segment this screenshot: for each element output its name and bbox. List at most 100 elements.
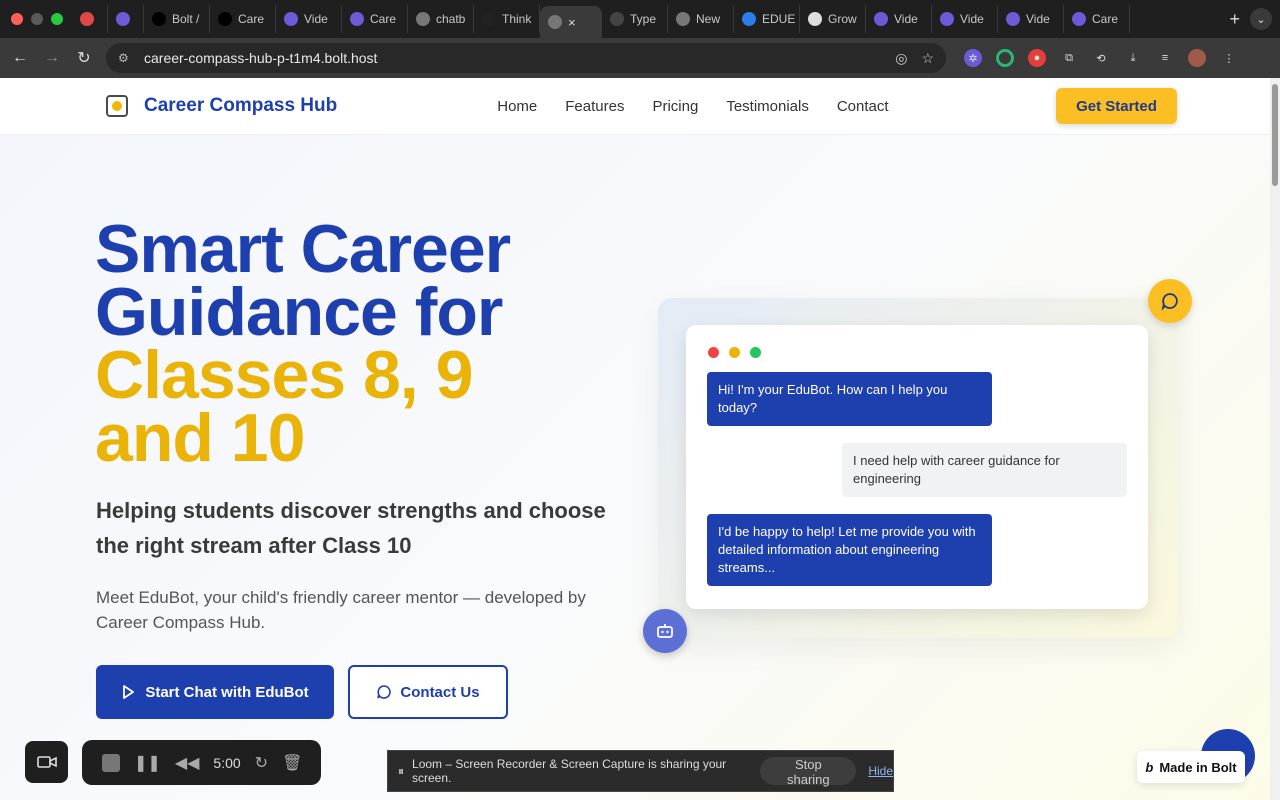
gear-icon xyxy=(874,12,888,26)
bolt-icon xyxy=(152,12,166,26)
tab-title: chatb xyxy=(436,12,466,26)
browser-tab[interactable]: Care xyxy=(1064,5,1130,33)
browser-tab[interactable]: EDUE xyxy=(734,5,800,33)
web-page: Career Compass Hub Home Features Pricing… xyxy=(0,78,1270,800)
url-text: career-compass-hub-p-t1m4.bolt.host xyxy=(144,50,378,66)
nav-link-features[interactable]: Features xyxy=(565,98,624,115)
tab-strip: Bolt / Care Vide Care chatb Think × Type New EDUE… xyxy=(72,0,1219,38)
tab-search-button[interactable]: ⌄ xyxy=(1250,8,1272,30)
browser-tab[interactable]: Care xyxy=(210,5,276,33)
t-icon xyxy=(482,12,496,26)
bolt-logo-icon: b xyxy=(1145,759,1154,775)
hide-share-bar-link[interactable]: Hide xyxy=(868,764,893,778)
brand-name: Career Compass Hub xyxy=(144,95,338,116)
tab-title: Vide xyxy=(1026,12,1050,26)
recording-timer: 5:00 xyxy=(213,754,241,771)
close-window-button[interactable] xyxy=(11,13,23,25)
extension-circle-icon[interactable] xyxy=(996,49,1014,67)
camera-icon xyxy=(36,756,57,768)
start-chat-button[interactable]: Start Chat with EduBot xyxy=(96,665,334,719)
media-control-icon[interactable]: ≡ xyxy=(1156,49,1174,67)
nav-link-home[interactable]: Home xyxy=(497,98,537,115)
hero-title-highlight: Classes 8, 9 xyxy=(95,337,473,413)
browser-tab[interactable]: Vide xyxy=(276,5,342,33)
user-message: I need help with career guidance for eng… xyxy=(842,443,1127,497)
gear-icon xyxy=(284,12,298,26)
site-logo[interactable]: Career Compass Hub xyxy=(106,95,337,117)
trash-icon[interactable]: 🗑 xyxy=(282,753,302,773)
contact-us-button[interactable]: Contact Us xyxy=(348,665,508,719)
chat-bubble-icon xyxy=(377,685,392,699)
loom-extension-icon[interactable]: ● xyxy=(1028,49,1046,67)
drag-handle-icon[interactable]: ⏸ xyxy=(398,764,404,779)
bookmark-star-icon[interactable]: ☆ xyxy=(921,50,934,67)
browser-tab[interactable]: chatb xyxy=(408,5,474,33)
nav-link-pricing[interactable]: Pricing xyxy=(652,98,698,115)
tab-title: Care xyxy=(238,12,265,26)
bot-message: Hi! I'm your EduBot. How can I help you … xyxy=(707,372,992,426)
compass-logo-icon xyxy=(106,95,128,117)
nav-link-testimonials[interactable]: Testimonials xyxy=(726,98,809,115)
tab-title: Type xyxy=(630,12,657,26)
browser-tab[interactable]: New xyxy=(668,5,734,33)
browser-menu-icon[interactable]: ⋮ xyxy=(1220,49,1238,67)
browser-tab[interactable]: Care xyxy=(342,5,408,33)
browser-tab[interactable]: Vide xyxy=(932,5,998,33)
hero-title: Smart Career Guidance for Classes 8, 9 a… xyxy=(95,215,511,472)
globe-icon xyxy=(548,15,562,29)
bot-message: I'd be happy to help! Let me provide you… xyxy=(707,514,992,586)
reload-button[interactable]: ↻ xyxy=(68,48,100,68)
browser-tab-bar: Bolt / Care Vide Care chatb Think × Type New EDUE… xyxy=(0,0,1280,38)
extension-gear-icon[interactable]: ✲ xyxy=(964,49,982,67)
back-button[interactable]: ← xyxy=(4,49,36,67)
browser-tab[interactable] xyxy=(108,5,144,33)
browser-tab[interactable]: Vide xyxy=(866,5,932,33)
hero-description: Meet EduBot, your child's friendly caree… xyxy=(96,588,586,632)
browser-tab[interactable] xyxy=(72,5,108,33)
extensions-puzzle-icon[interactable]: ⧉ xyxy=(1060,49,1078,67)
globe-icon xyxy=(416,12,430,26)
made-in-bolt-badge[interactable]: b Made in Bolt xyxy=(1137,751,1245,783)
hero-subtitle: Helping students discover strengths and … xyxy=(96,498,606,558)
history-icon[interactable]: ⟲ xyxy=(1092,49,1110,67)
doc-icon xyxy=(808,12,822,26)
main-nav: Home Features Pricing Testimonials Conta… xyxy=(497,98,888,115)
chat-fab-button[interactable] xyxy=(1148,279,1192,323)
browser-tab[interactable]: Think xyxy=(474,5,540,33)
stop-recording-button[interactable] xyxy=(102,753,120,772)
download-icon[interactable]: ⤓ xyxy=(1124,49,1142,67)
window-dots xyxy=(708,347,761,358)
stop-sharing-button[interactable]: Stop sharing xyxy=(760,757,857,787)
new-tab-button[interactable]: + xyxy=(1219,9,1250,30)
tab-title: Grow xyxy=(828,12,857,26)
scrollbar-thumb[interactable] xyxy=(1272,84,1278,186)
rewind-icon[interactable]: ◀◀ xyxy=(175,753,200,773)
browser-tab[interactable]: Vide xyxy=(998,5,1064,33)
page-scrollbar[interactable] xyxy=(1270,78,1280,800)
loom-camera-button[interactable] xyxy=(25,741,68,783)
close-tab-icon[interactable]: × xyxy=(568,15,576,30)
browser-tab[interactable]: Grow xyxy=(800,5,866,33)
site-header: Career Compass Hub Home Features Pricing… xyxy=(0,78,1270,135)
tab-title: Vide xyxy=(960,12,984,26)
profile-avatar[interactable] xyxy=(1188,49,1206,67)
tab-title: New xyxy=(696,12,721,26)
globe-icon xyxy=(676,12,690,26)
browser-tab[interactable]: × xyxy=(540,6,602,38)
tracking-protection-icon[interactable]: ◎ xyxy=(895,50,907,67)
maximize-window-button[interactable] xyxy=(51,13,63,25)
chat-window: Hi! I'm your EduBot. How can I help you … xyxy=(686,325,1148,609)
nav-link-contact[interactable]: Contact xyxy=(837,98,889,115)
contact-us-label: Contact Us xyxy=(400,683,480,701)
site-info-icon[interactable]: ⚙ xyxy=(118,51,136,65)
forward-button[interactable]: → xyxy=(36,49,68,67)
address-bar[interactable]: ⚙ career-compass-hub-p-t1m4.bolt.host ◎ … xyxy=(106,43,946,73)
browser-tab[interactable]: Bolt / xyxy=(144,5,210,33)
restart-icon[interactable]: ↻ xyxy=(255,753,268,773)
edubot-fab-button[interactable] xyxy=(643,609,687,653)
pause-icon[interactable]: ❚❚ xyxy=(134,753,161,773)
record-icon xyxy=(80,12,94,26)
browser-tab[interactable]: Type xyxy=(602,5,668,33)
minimize-window-button[interactable] xyxy=(31,13,43,25)
get-started-button[interactable]: Get Started xyxy=(1056,88,1177,124)
